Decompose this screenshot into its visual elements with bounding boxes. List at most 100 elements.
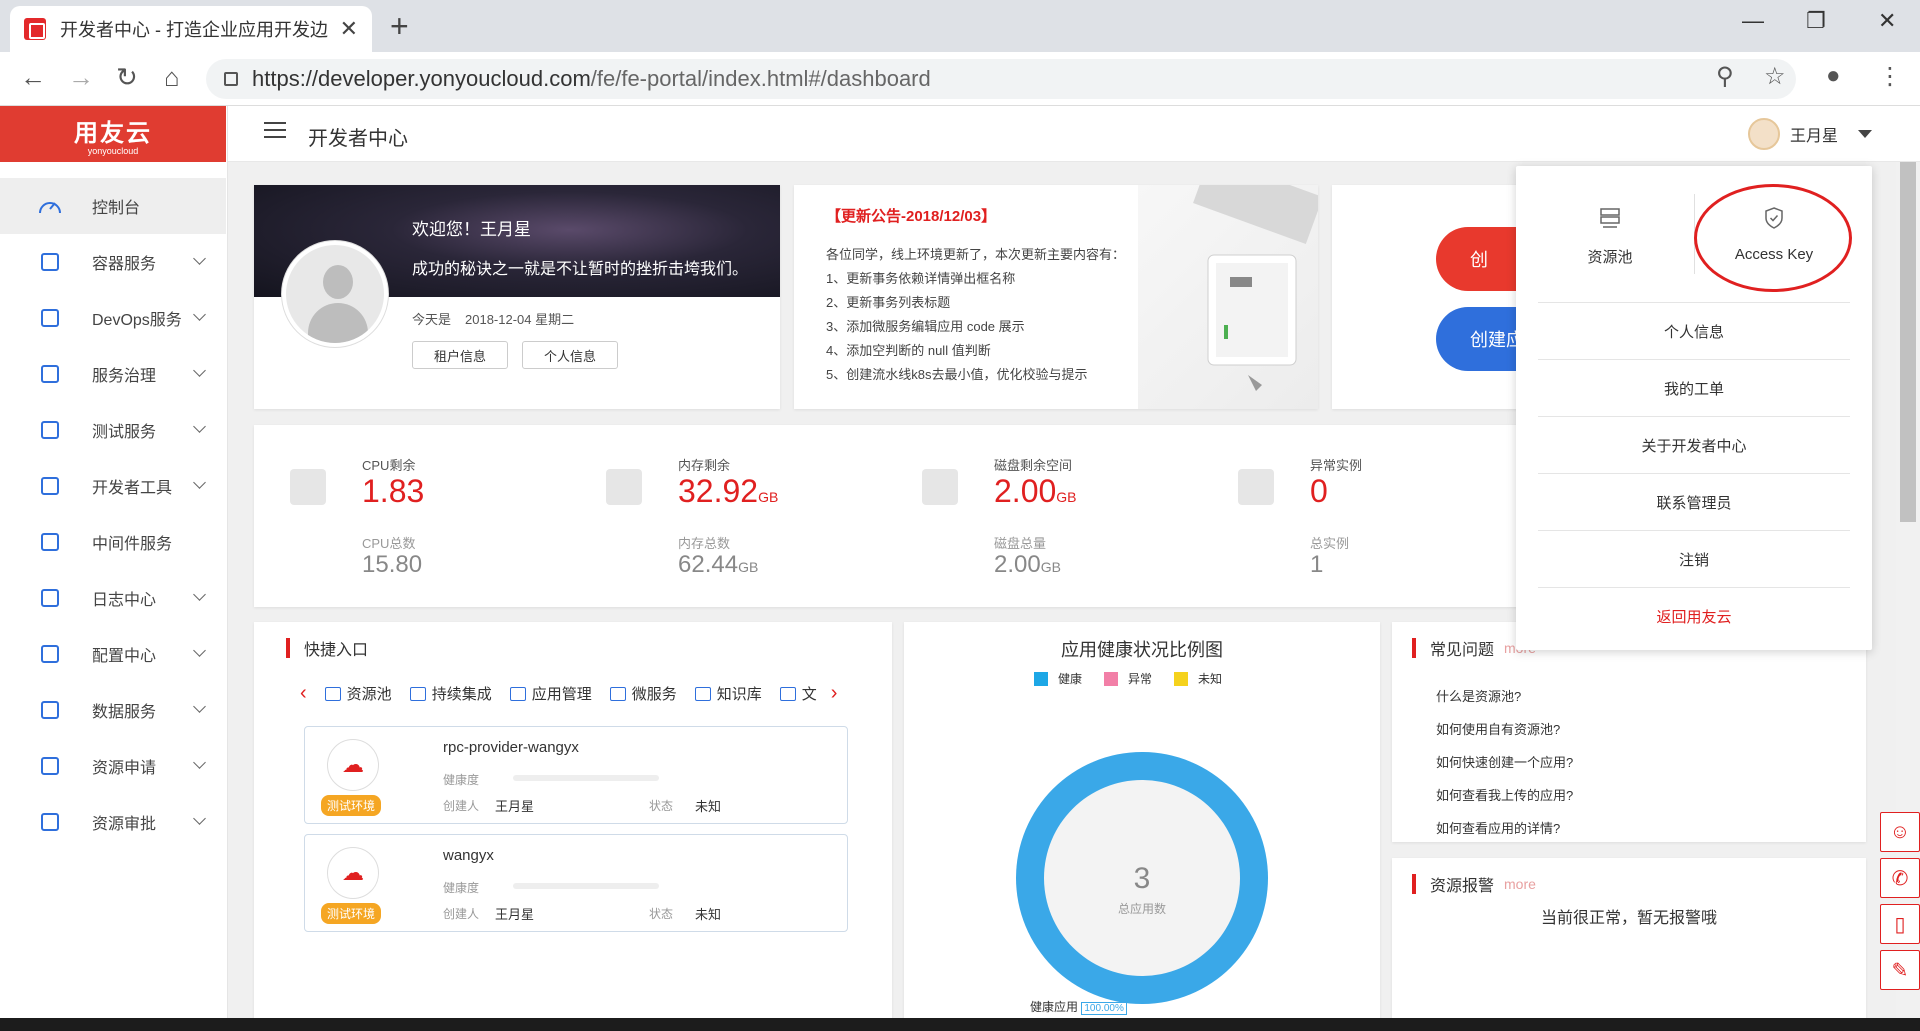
health-chart-card: 应用健康状况比例图 健康 异常 未知 3 总应用数 健康应用 100.00% — [904, 622, 1380, 1022]
user-dropdown: 资源池 Access Key 个人信息 我的工单 关于开发者中心 联系管理员 注销 返回用… — [1516, 166, 1872, 650]
sidebar-menu: 控制台容器服务 DevOps服务服务治理 测试服务 开发者工具 中间件服务日志中心配置中… — [0, 178, 226, 850]
url-field[interactable]: https://developer.yonyoucloud.com/fe/fe-… — [206, 59, 1796, 99]
quick-nav-item[interactable]: 文 — [779, 683, 817, 704]
sidebar-item-3[interactable]: 服务治理 — [0, 346, 226, 402]
sidebar-item-label: 容器服务 — [92, 256, 157, 273]
stat-block: 异常实例 0 总实例 1 — [1202, 455, 1502, 585]
faq-item[interactable]: 如何查看应用的详情? — [1436, 812, 1573, 845]
new-tab-button[interactable]: + — [390, 8, 409, 45]
legend-item[interactable]: 异常 — [1104, 670, 1152, 687]
stat-value: 0 — [1310, 473, 1328, 510]
dropdown-item[interactable]: 个人信息 — [1538, 302, 1850, 359]
sidebar-item-10[interactable]: 资源申请 — [0, 738, 226, 794]
app-name: wangyx — [443, 847, 494, 864]
zoom-icon[interactable]: ⚲ — [1716, 62, 1734, 91]
scrollbar-thumb[interactable] — [1900, 162, 1916, 522]
sidebar-item-2[interactable]: DevOps服务 — [0, 290, 226, 346]
notice-line: 5、创建流水线k8s去最小值，优化校验与提示 — [826, 367, 1088, 382]
quick-nav-item[interactable]: 持续集成 — [409, 683, 492, 704]
sidebar-item-7[interactable]: 日志中心 — [0, 570, 226, 626]
dropdown-item[interactable]: 联系管理员 — [1538, 473, 1850, 530]
bookmark-star-icon[interactable]: ☆ — [1764, 62, 1786, 91]
sidebar-item-0[interactable]: 控制台 — [0, 178, 226, 234]
quick-nav-item[interactable]: 资源池 — [324, 683, 392, 704]
memory-pie-icon — [606, 469, 642, 505]
chevron-down-icon — [193, 812, 206, 825]
highlight-circle — [1694, 184, 1852, 292]
user-menu[interactable]: 王月星 — [1747, 118, 1872, 150]
stat-value-number: 32.92 — [678, 473, 759, 509]
health-tooltip-label: 健康应用 — [1030, 1000, 1079, 1014]
notice-line: 4、添加空判断的 null 值判断 — [826, 343, 991, 358]
browser-tab[interactable]: 开发者中心 - 打造企业应用开发边 ✕ — [10, 6, 372, 52]
home-icon[interactable]: ⌂ — [164, 62, 180, 93]
quick-nav-icon — [694, 686, 711, 701]
sidebar-item-label: DevOps服务 — [92, 312, 182, 329]
notice-card: 【更新公告-2018/12/03】 各位同学，线上环境更新了，本次更新主要内容有… — [794, 185, 1318, 409]
chevron-right-icon[interactable]: › — [831, 682, 838, 705]
sidebar-item-1[interactable]: 容器服务 — [0, 234, 226, 290]
page-title: 开发者中心 — [308, 128, 408, 150]
sidebar-item-6[interactable]: 中间件服务 — [0, 514, 226, 570]
sidebar-item-label: 控制台 — [92, 200, 141, 217]
dropdown-item[interactable]: 关于开发者中心 — [1538, 416, 1850, 473]
sidebar-item-8[interactable]: 配置中心 — [0, 626, 226, 682]
quick-nav-item[interactable]: 微服务 — [609, 683, 677, 704]
phone-icon[interactable]: ✆ — [1880, 858, 1920, 898]
sidebar-item-label: 日志中心 — [92, 592, 157, 609]
faq-item[interactable]: 什么是资源池? — [1436, 680, 1573, 713]
app-card[interactable]: ☁ 测试环境 rpc-provider-wangyx 健康度 创建人 王月星 状态 未知 — [304, 726, 848, 824]
alarm-more-link[interactable]: more — [1504, 876, 1536, 892]
sidebar-item-9[interactable]: 数据服务 — [0, 682, 226, 738]
stat-total-unit: GB — [738, 559, 759, 575]
dropdown-item[interactable]: 我的工单 — [1538, 359, 1850, 416]
chevron-left-icon[interactable]: ‹ — [300, 682, 307, 705]
personal-info-button[interactable]: 个人信息 — [522, 341, 618, 369]
stat-label-total: CPU总数 — [362, 536, 416, 551]
robot-icon[interactable]: ☺ — [1880, 812, 1920, 852]
create-card: 创 创建应 — [1332, 185, 1576, 409]
back-icon[interactable]: ← — [20, 62, 46, 93]
legend-item[interactable]: 未知 — [1174, 670, 1222, 687]
health-donut[interactable]: 3 总应用数 — [1016, 752, 1268, 1004]
window-close-icon[interactable]: ✕ — [1878, 8, 1896, 34]
sidebar-item-4[interactable]: 测试服务 — [0, 402, 226, 458]
mobile-icon[interactable]: ▯ — [1880, 904, 1920, 944]
forward-icon[interactable]: → — [68, 62, 94, 93]
stat-block: CPU剩余 1.83 CPU总数 15.80 — [254, 455, 554, 585]
legend-label: 未知 — [1198, 672, 1223, 686]
tenant-info-button[interactable]: 租户信息 — [412, 341, 508, 369]
quick-entry-title: 快捷入口 — [304, 636, 368, 660]
dropdown-item[interactable]: 注销 — [1538, 530, 1850, 587]
status-label: 状态 — [649, 799, 674, 813]
stat-total: 1 — [1310, 551, 1323, 579]
sidebar-item-label: 数据服务 — [92, 704, 157, 721]
resource-pool-link[interactable]: 资源池 — [1540, 206, 1680, 267]
quick-nav-label: 应用管理 — [531, 686, 592, 703]
resource-stats-card: CPU剩余 1.83 CPU总数 15.80 内存剩余 32.92GB 内存总数 62.44G… — [254, 425, 1590, 607]
quick-nav-item[interactable]: 知识库 — [694, 683, 762, 704]
minimize-icon[interactable]: — — [1742, 8, 1764, 34]
tools-icon — [36, 474, 64, 498]
legend-item[interactable]: 健康 — [1034, 670, 1082, 687]
restore-icon[interactable]: ❐ — [1806, 8, 1826, 34]
app-card[interactable]: ☁ 测试环境 wangyx 健康度 创建人 王月星 状态 未知 — [304, 834, 848, 932]
menu-kebab-icon[interactable]: ⋮ — [1878, 62, 1902, 91]
feedback-icon[interactable]: ✎ — [1880, 950, 1920, 990]
chevron-down-icon — [193, 308, 206, 321]
chevron-down-icon — [193, 252, 206, 265]
status-value: 未知 — [695, 907, 722, 922]
faq-item[interactable]: 如何查看我上传的应用? — [1436, 779, 1573, 812]
faq-item[interactable]: 如何使用自有资源池? — [1436, 713, 1573, 746]
tab-close-icon[interactable]: ✕ — [340, 16, 358, 42]
sidebar-item-5[interactable]: 开发者工具 — [0, 458, 226, 514]
quick-nav-item[interactable]: 应用管理 — [509, 683, 592, 704]
back-to-yonyou-link[interactable]: 返回用友云 — [1538, 587, 1850, 644]
hamburger-menu-icon[interactable] — [264, 122, 286, 140]
sidebar-item-11[interactable]: 资源审批 — [0, 794, 226, 850]
logo[interactable]: 用友云 yonyoucloud — [0, 106, 226, 162]
profile-icon[interactable]: ● — [1826, 62, 1841, 90]
faq-item[interactable]: 如何快速创建一个应用? — [1436, 746, 1573, 779]
welcome-greeting: 欢迎您！王月星 — [412, 220, 531, 239]
reload-icon[interactable]: ↻ — [116, 62, 138, 93]
